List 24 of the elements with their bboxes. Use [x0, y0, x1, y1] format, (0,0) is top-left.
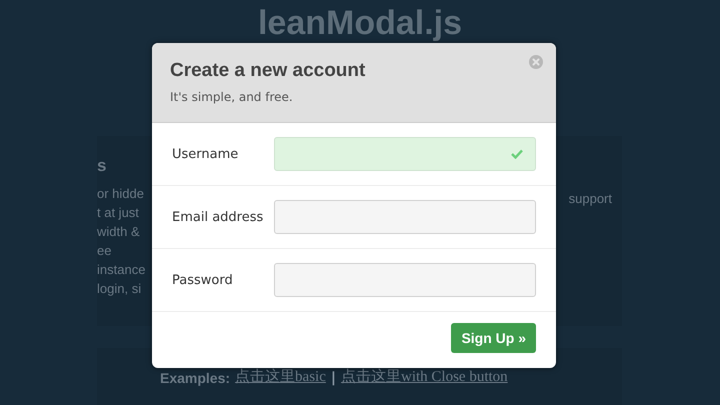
- example-link[interactable]: 点击这里basic: [235, 367, 326, 386]
- feature-text: instance: [97, 261, 146, 279]
- input-field[interactable]: [274, 137, 536, 171]
- feature-text: t at just: [97, 204, 140, 222]
- feature-text: or hidde: [97, 185, 145, 203]
- separator-text: |: [330, 370, 336, 386]
- dialog-title: Create a new account: [170, 60, 366, 82]
- feature-text: support: [568, 190, 612, 208]
- field-label: Username: [172, 146, 240, 162]
- sign-up-button[interactable]: Sign Up »: [451, 323, 536, 353]
- close-icon[interactable]: [529, 55, 543, 69]
- dialog-subtitle: It's simple, and free.: [170, 90, 294, 104]
- page-title: leanModal.js: [256, 3, 464, 44]
- input-field[interactable]: [274, 263, 536, 297]
- checkmark-icon: [511, 149, 523, 159]
- feature-text: width &: [97, 223, 141, 241]
- feature-text: login, si: [97, 280, 142, 298]
- feature-text: ee: [97, 242, 112, 260]
- section-heading: s: [97, 156, 108, 176]
- field-label: Password: [172, 272, 234, 288]
- examples-label: Examples:: [160, 370, 230, 386]
- example-link[interactable]: 点击这里with Close button: [341, 367, 508, 386]
- field-label: Email address: [172, 210, 264, 224]
- input-field[interactable]: [274, 200, 536, 234]
